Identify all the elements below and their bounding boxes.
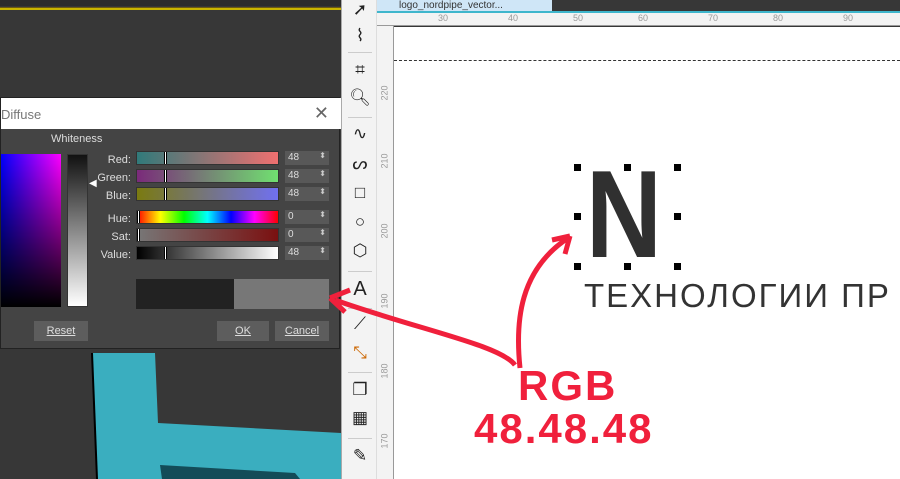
annotation-rgb-value: 48.48.48 xyxy=(474,405,654,452)
annotation-rgb-label: RGB xyxy=(518,362,618,409)
annotation-arrows xyxy=(328,233,573,369)
